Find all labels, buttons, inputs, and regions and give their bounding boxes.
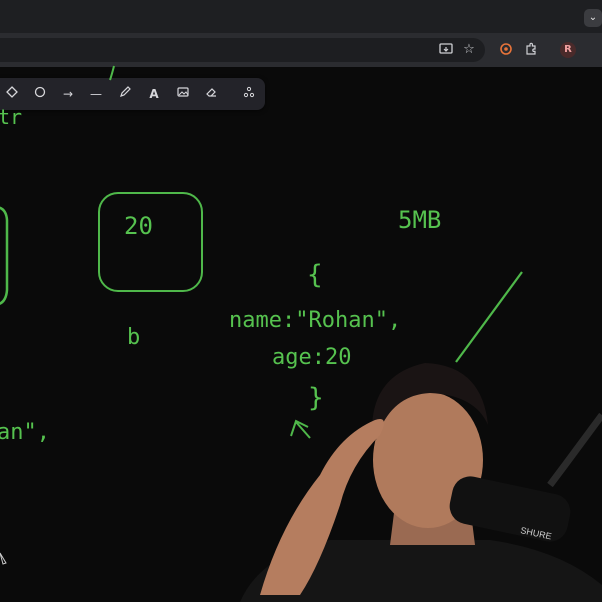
partial-left-box [0, 206, 9, 305]
more-tools-icon[interactable] [241, 86, 257, 102]
presenter-video: SHURE [240, 363, 602, 602]
diamond-tool-icon[interactable] [4, 86, 20, 102]
install-app-icon[interactable] [438, 42, 454, 61]
partial-left-text: an", [0, 420, 50, 445]
ellipse-tool-icon[interactable] [32, 86, 48, 102]
object-name-field: name:"Rohan", [229, 308, 402, 333]
extensions-icon[interactable] [523, 42, 539, 61]
value-box[interactable] [98, 192, 203, 292]
drawing-toolbar: → — A [0, 78, 265, 110]
eraser-tool-icon[interactable] [203, 86, 219, 102]
cursor-icon [0, 552, 7, 565]
browser-tab-strip: ⌄ [0, 0, 602, 33]
image-tool-icon[interactable] [175, 86, 191, 102]
microphone-arm [547, 412, 602, 488]
pointer-line [455, 271, 523, 363]
text-tool-icon[interactable]: A [146, 86, 162, 102]
browser-address-row: ☆ R [0, 33, 602, 67]
chevron-down-icon[interactable]: ⌄ [584, 9, 602, 27]
box-label: b [127, 325, 141, 350]
url-field[interactable] [0, 38, 485, 62]
arrow-tool-icon[interactable]: → [60, 86, 76, 102]
extension-puzzle-icon[interactable] [498, 42, 514, 61]
bookmark-star-icon[interactable]: ☆ [461, 42, 477, 58]
box-value: 20 [124, 212, 153, 240]
partial-top-text: tr [0, 105, 23, 129]
object-open-brace: { [307, 260, 323, 290]
line-tool-icon[interactable]: — [88, 86, 104, 102]
profile-avatar[interactable]: R [560, 42, 576, 58]
memory-label: 5MB [398, 206, 442, 234]
draw-tool-icon[interactable] [117, 86, 133, 102]
